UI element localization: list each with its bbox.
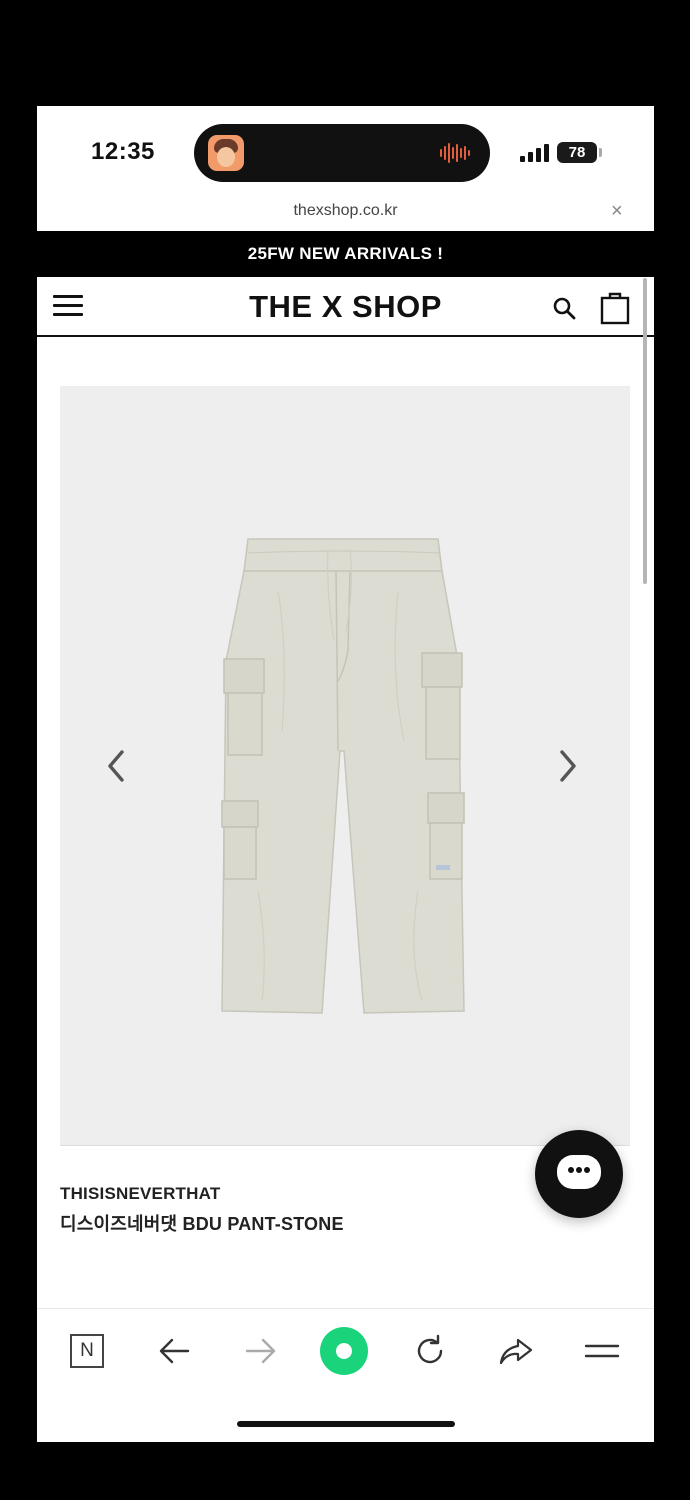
- reload-icon[interactable]: [410, 1331, 450, 1371]
- status-bar: 12:35 78: [37, 106, 654, 198]
- product-image[interactable]: [60, 386, 630, 1146]
- search-icon[interactable]: [552, 296, 576, 320]
- chevron-right-icon[interactable]: [552, 741, 582, 791]
- back-arrow-icon[interactable]: [155, 1331, 195, 1371]
- close-icon[interactable]: ×: [611, 200, 623, 223]
- chat-dot: [576, 1167, 582, 1173]
- battery-nub: [599, 148, 602, 157]
- music-app-avatar-icon: [208, 135, 244, 171]
- audio-waveform-icon: [440, 142, 474, 164]
- site-header: THE X SHOP: [37, 277, 654, 337]
- menu-icon[interactable]: [582, 1331, 622, 1371]
- browser-url-bar[interactable]: thexshop.co.kr ×: [37, 198, 654, 231]
- product-brand[interactable]: THISISNEVERTHAT: [60, 1184, 220, 1204]
- announcement-bar[interactable]: 25FW NEW ARRIVALS !: [37, 231, 654, 277]
- status-time: 12:35: [91, 138, 155, 165]
- dynamic-island[interactable]: [194, 124, 490, 182]
- share-icon[interactable]: [496, 1331, 536, 1371]
- home-indicator[interactable]: [237, 1421, 455, 1427]
- chat-button[interactable]: [535, 1130, 623, 1218]
- browser-toolbar: N: [37, 1308, 654, 1442]
- phone-screen: 12:35 78 thexshop.co.kr × 25FW NEW ARRIV…: [37, 106, 654, 1442]
- signal-icon: [520, 142, 550, 162]
- chat-dot: [568, 1167, 574, 1173]
- forward-arrow-icon[interactable]: [240, 1331, 280, 1371]
- battery-level: 78: [568, 144, 586, 161]
- home-icon[interactable]: [320, 1327, 368, 1375]
- battery-icon: 78: [557, 142, 597, 163]
- chat-dot: [584, 1167, 590, 1173]
- naver-n-icon[interactable]: N: [70, 1334, 104, 1368]
- shopping-bag-icon[interactable]: [600, 291, 630, 325]
- url-text[interactable]: thexshop.co.kr: [37, 202, 654, 220]
- page-scrollbar[interactable]: [643, 278, 647, 584]
- cargo-pants-image: [221, 538, 465, 1014]
- chevron-left-icon[interactable]: [102, 741, 132, 791]
- product-name: 디스이즈네버댓 BDU PANT-STONE: [60, 1214, 344, 1234]
